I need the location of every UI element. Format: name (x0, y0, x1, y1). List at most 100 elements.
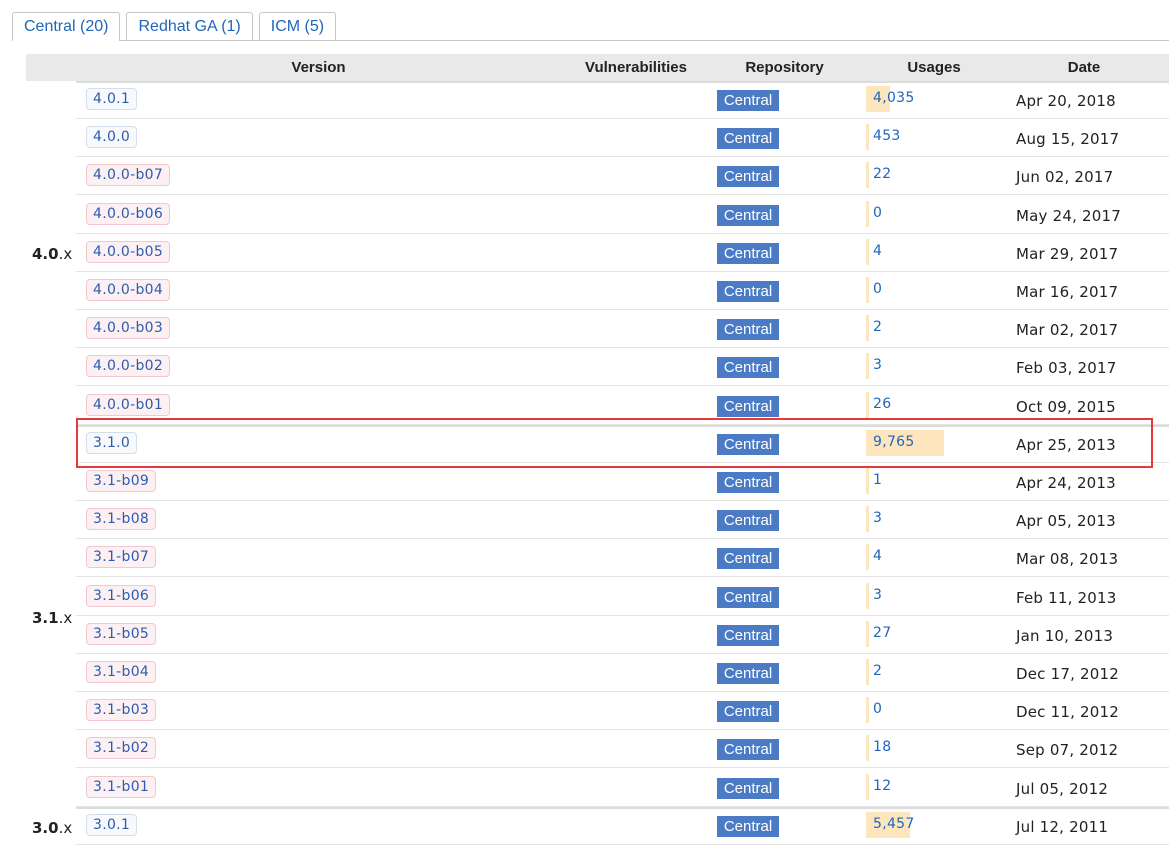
repository-badge[interactable]: Central (717, 548, 779, 570)
version-link[interactable]: 4.0.1 (86, 88, 138, 110)
table-row: 4.0.0-b05 Central 4 Mar 29, 2017 (76, 234, 1169, 272)
repository-badge[interactable]: Central (717, 204, 779, 226)
repository-badge[interactable]: Central (717, 128, 779, 150)
repository-badge[interactable]: Central (717, 624, 779, 646)
repository-badge[interactable]: Central (717, 395, 779, 417)
version-link[interactable]: 4.0.0-b07 (86, 164, 171, 187)
usage-count-link[interactable]: 0 (873, 281, 882, 297)
table-row: 3.1-b03 Central 0 Dec 11, 2012 (76, 692, 1169, 731)
usage-bar (866, 735, 869, 762)
version-link[interactable]: 3.1-b03 (86, 699, 157, 722)
usage-bar (866, 124, 869, 151)
release-date: Mar 29, 2017 (1016, 244, 1119, 263)
repository-badge[interactable]: Central (717, 663, 779, 684)
usage-count-link[interactable]: 2 (873, 319, 882, 335)
table-row: 3.1-b07 Central 4 Mar 08, 2013 (76, 539, 1169, 578)
repository-badge[interactable]: Central (717, 281, 779, 302)
version-link[interactable]: 4.0.0-b06 (86, 202, 171, 225)
table-row: 3.1-b04 Central 2 Dec 17, 2012 (76, 654, 1169, 692)
tab-redhat-ga[interactable]: Redhat GA (1) (126, 12, 253, 40)
table-row: 3.1-b08 Central 3 Apr 05, 2013 (76, 501, 1169, 540)
usage-count-link[interactable]: 4,035 (873, 90, 915, 106)
version-link[interactable]: 3.1-b05 (86, 622, 157, 645)
usage-count-link[interactable]: 2 (873, 663, 882, 679)
table-row: 3.1-b09 Central 1 Apr 24, 2013 (76, 463, 1169, 501)
usage-count-link[interactable]: 5,457 (873, 816, 915, 832)
release-date: May 24, 2017 (1016, 206, 1121, 225)
release-date: Dec 11, 2012 (1016, 703, 1119, 722)
version-link[interactable]: 4.0.0-b01 (86, 393, 171, 416)
usage-count-link[interactable]: 12 (873, 778, 891, 794)
usage-bar (866, 582, 869, 609)
usage-count-link[interactable]: 1 (873, 472, 882, 488)
table-row: 4.0.0-b02 Central 3 Feb 03, 2017 (76, 348, 1169, 387)
release-date: Apr 05, 2013 (1016, 512, 1116, 531)
version-link[interactable]: 3.1-b09 (86, 470, 157, 492)
version-link[interactable]: 4.0.0-b05 (86, 240, 171, 263)
usage-bar (866, 697, 869, 724)
version-link[interactable]: 3.1-b01 (86, 775, 157, 798)
usage-bar (866, 315, 869, 342)
repository-badge[interactable]: Central (717, 472, 779, 493)
usage-count-link[interactable]: 26 (873, 396, 891, 412)
usage-bar (866, 391, 869, 418)
usage-bar (866, 200, 869, 227)
group-divider (76, 81, 1169, 83)
highlight-box (76, 418, 1153, 468)
tab-central[interactable]: Central (20) (12, 12, 121, 41)
usage-count-link[interactable]: 4 (873, 548, 882, 564)
header-usages: Usages (907, 59, 961, 76)
version-link[interactable]: 3.1-b06 (86, 584, 157, 607)
usage-count-link[interactable]: 0 (873, 701, 882, 717)
header-repository: Repository (745, 59, 824, 76)
release-date: Feb 03, 2017 (1016, 359, 1117, 378)
version-link[interactable]: 3.1-b08 (86, 508, 157, 531)
version-link[interactable]: 4.0.0 (86, 126, 138, 149)
repository-badge[interactable]: Central (717, 166, 779, 188)
usage-bar (866, 238, 869, 265)
usage-count-link[interactable]: 3 (873, 357, 882, 373)
release-date: Dec 17, 2012 (1016, 665, 1119, 683)
release-date: Jan 10, 2013 (1016, 626, 1114, 645)
usage-bar (866, 468, 869, 494)
release-date: Jun 02, 2017 (1016, 168, 1114, 187)
usage-count-link[interactable]: 4 (873, 243, 882, 259)
repository-badge[interactable]: Central (717, 815, 779, 837)
usage-count-link[interactable]: 22 (873, 166, 891, 182)
version-link[interactable]: 3.1-b02 (86, 737, 157, 760)
release-date: Oct 09, 2015 (1016, 397, 1116, 416)
repository-badge[interactable]: Central (717, 357, 779, 379)
usage-bar (866, 506, 869, 533)
release-date: Mar 16, 2017 (1016, 283, 1119, 301)
table-row: 4.0.0-b06 Central 0 May 24, 2017 (76, 196, 1169, 234)
version-link[interactable]: 4.0.0-b04 (86, 279, 171, 301)
release-date: Aug 15, 2017 (1016, 130, 1120, 149)
header-date: Date (1067, 59, 1101, 76)
group-label-4-0: 4.0.x (32, 245, 73, 263)
usage-count-link[interactable]: 27 (873, 625, 891, 641)
version-link[interactable]: 4.0.0-b03 (86, 317, 171, 340)
version-link[interactable]: 3.1-b04 (86, 661, 157, 683)
repository-badge[interactable]: Central (717, 510, 779, 532)
repository-badge[interactable]: Central (717, 586, 779, 608)
version-link[interactable]: 3.0.1 (86, 813, 138, 836)
version-link[interactable]: 3.1-b07 (86, 546, 157, 569)
usage-count-link[interactable]: 0 (873, 205, 882, 221)
repository-badge[interactable]: Central (717, 90, 779, 111)
usage-count-link[interactable]: 3 (873, 510, 882, 526)
tab-icm[interactable]: ICM (5) (258, 12, 337, 40)
group-label-3-0: 3.0.x (32, 819, 73, 837)
repository-badge[interactable]: Central (717, 242, 779, 264)
version-link[interactable]: 4.0.0-b02 (86, 355, 171, 378)
release-date: Apr 20, 2018 (1016, 92, 1116, 110)
repository-badge[interactable]: Central (717, 777, 779, 799)
table-row: 4.0.0-b07 Central 22 Jun 02, 2017 (76, 157, 1169, 196)
repository-badge[interactable]: Central (717, 701, 779, 723)
repository-badge[interactable]: Central (717, 319, 779, 341)
usage-count-link[interactable]: 18 (873, 739, 891, 755)
repository-badge[interactable]: Central (717, 739, 779, 761)
usage-count-link[interactable]: 453 (873, 128, 901, 144)
usage-count-link[interactable]: 3 (873, 587, 882, 603)
usage-bar (866, 659, 869, 685)
release-date: Sep 07, 2012 (1016, 741, 1119, 760)
